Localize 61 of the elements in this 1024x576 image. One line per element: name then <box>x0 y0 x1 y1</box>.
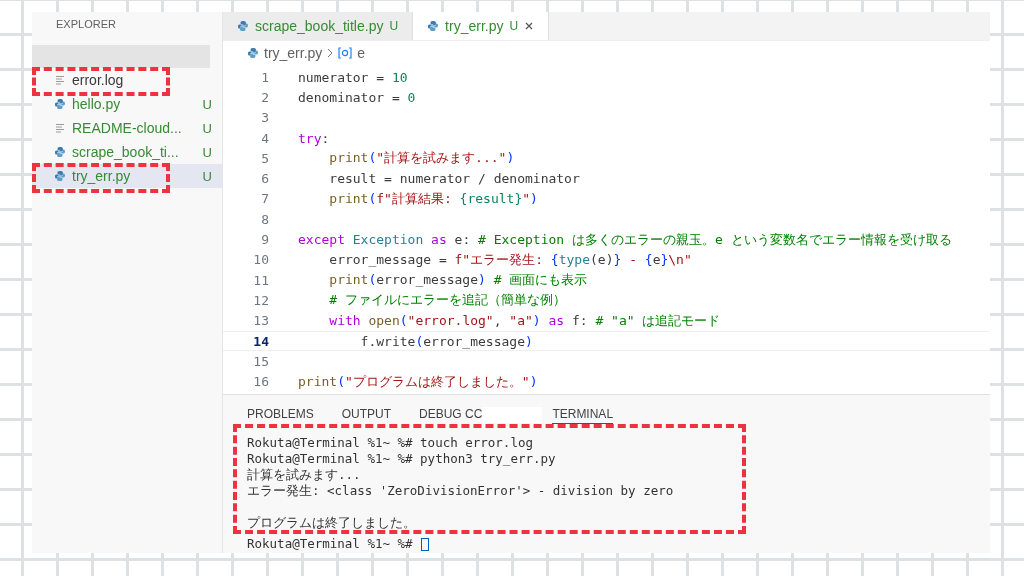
line-number: 12 <box>252 292 269 308</box>
editor-tab[interactable]: scrape_book_title.py U <box>223 12 414 40</box>
code-line: print("プログラムは終了しました。") <box>298 372 538 391</box>
code-line: print(f"計算結果: {result}") <box>328 189 538 208</box>
code-line: except Exception as e: # Exception は多くのエラーの親玉。e という変数名でエラー情報を受け取る <box>298 230 952 249</box>
document-icon <box>54 74 66 86</box>
python-icon <box>247 47 259 59</box>
file-item[interactable]: error.log <box>32 68 222 92</box>
line-number: 9 <box>260 232 269 247</box>
line-number: 8 <box>260 211 269 227</box>
panel-tab[interactable]: DEBUG CC <box>419 406 483 424</box>
breadcrumb-symbol[interactable]: e <box>357 45 366 61</box>
variable-icon <box>338 47 353 59</box>
file-item[interactable]: hello.py U <box>32 92 222 116</box>
terminal-line: 計算を試みます... <box>247 467 362 483</box>
line-number: 16 <box>252 374 269 390</box>
terminal-line: プログラムは終了しました。 <box>247 515 417 531</box>
terminal-prompt: Rokuta@Terminal %1~ %# <box>247 536 413 552</box>
python-icon <box>54 98 66 110</box>
terminal-line: Rokuta@Terminal %1~ %# touch error.log <box>247 435 534 451</box>
line-number: 11 <box>252 272 269 288</box>
file-item[interactable]: scrape_book_ti... U <box>32 140 222 164</box>
panel-tab[interactable]: PROBLEMS <box>247 406 314 424</box>
code-line: print(error_message) # 画面にも表示 <box>328 271 588 290</box>
panel-tab[interactable]: TERMINAL <box>552 406 614 424</box>
code-line: denominator = 0 <box>298 89 416 105</box>
line-number: 1 <box>260 69 269 85</box>
python-icon <box>54 170 66 182</box>
breadcrumb-file[interactable]: try_err.py <box>264 45 323 61</box>
line-number: 3 <box>260 110 269 126</box>
line-number: 2 <box>260 89 269 105</box>
terminal-line: エラー発生: <class 'ZeroDivisionError'> - division by zero <box>247 483 675 499</box>
line-number: 5 <box>260 150 269 166</box>
line-number: 15 <box>252 353 269 369</box>
document-icon <box>54 122 66 134</box>
file-item[interactable]: README-cloud... U <box>32 116 222 140</box>
chevron-icon <box>327 48 334 58</box>
code-line: print("計算を試みます...") <box>328 149 515 168</box>
line-number: 4 <box>260 130 269 146</box>
line-number: 13 <box>252 313 269 329</box>
code-line: numerator = 10 <box>298 69 408 85</box>
editor-tab[interactable]: try_err.py U <box>413 12 550 40</box>
close-icon[interactable] <box>524 21 535 31</box>
terminal-line: Rokuta@Terminal %1~ %# python3 try_err.py <box>247 451 557 467</box>
code-line: result = numerator / denominator <box>328 171 580 187</box>
python-icon <box>427 20 440 32</box>
line-number: 7 <box>260 191 269 207</box>
explorer-title: EXPLORER <box>55 17 117 32</box>
code-line: f.write(error_message) <box>359 333 533 349</box>
line-number: 10 <box>252 252 269 268</box>
python-icon <box>54 146 66 158</box>
code-line: # ファイルにエラーを追記（簡単な例） <box>328 291 566 310</box>
line-number: 14 <box>252 333 269 349</box>
code-line: try: <box>298 130 330 146</box>
line-number: 6 <box>260 171 269 187</box>
python-icon <box>237 20 249 32</box>
code-line: with open("error.log", "a") as f: # "a" は追記モード <box>328 311 721 330</box>
panel-tab[interactable]: OUTPUT <box>341 406 392 424</box>
file-item[interactable]: try_err.py U <box>32 164 222 188</box>
terminal-cursor <box>420 537 429 551</box>
code-line: error_message = f"エラー発生: {type(e)} - {e}\n" <box>328 250 692 269</box>
